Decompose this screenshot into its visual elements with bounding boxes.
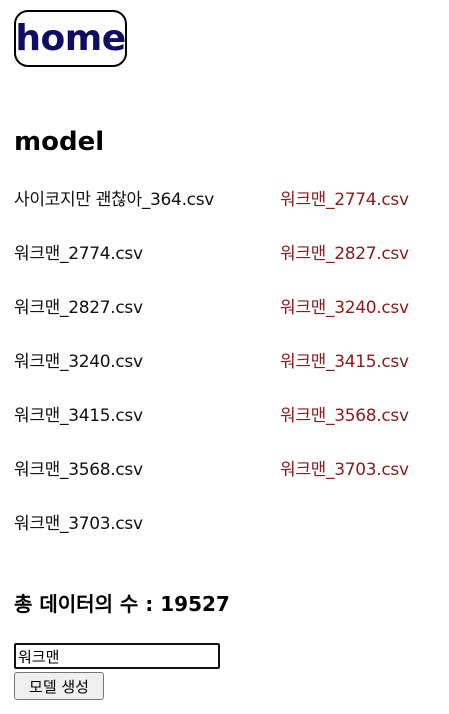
file-name: 워크맨_3568.csv	[14, 460, 143, 480]
file-list: 사이코지만 괜찮아_364.csv 워크맨_2774.csv 워크맨_2774.…	[14, 182, 444, 560]
file-name: 사이코지만 괜찮아_364.csv	[14, 190, 215, 210]
file-name: 워크맨_2827.csv	[14, 298, 143, 318]
file-link[interactable]: 워크맨_3568.csv	[280, 398, 409, 434]
create-model-button[interactable]: 모델 생성	[14, 672, 104, 700]
file-row: 워크맨_2774.csv 워크맨_2827.csv	[14, 236, 444, 290]
file-row: 워크맨_3703.csv	[14, 506, 444, 560]
total-data-count: 총 데이터의 수 : 19527	[14, 592, 230, 616]
file-row: 워크맨_3240.csv 워크맨_3415.csv	[14, 344, 444, 398]
file-link[interactable]: 워크맨_3415.csv	[280, 344, 409, 380]
file-link[interactable]: 워크맨_2827.csv	[280, 236, 409, 272]
file-link[interactable]: 워크맨_3703.csv	[280, 452, 409, 488]
home-button[interactable]: home	[14, 10, 127, 67]
file-row: 사이코지만 괜찮아_364.csv 워크맨_2774.csv	[14, 182, 444, 236]
file-row: 워크맨_2827.csv 워크맨_3240.csv	[14, 290, 444, 344]
file-name: 워크맨_3703.csv	[14, 514, 143, 534]
file-name: 워크맨_3240.csv	[14, 352, 143, 372]
file-row: 워크맨_3568.csv 워크맨_3703.csv	[14, 452, 444, 506]
section-title: model	[14, 127, 105, 157]
file-link[interactable]: 워크맨_3240.csv	[280, 290, 409, 326]
file-row: 워크맨_3415.csv 워크맨_3568.csv	[14, 398, 444, 452]
file-name: 워크맨_3415.csv	[14, 406, 143, 426]
file-name: 워크맨_2774.csv	[14, 244, 143, 264]
model-name-input[interactable]	[14, 643, 220, 669]
file-link[interactable]: 워크맨_2774.csv	[280, 182, 409, 218]
